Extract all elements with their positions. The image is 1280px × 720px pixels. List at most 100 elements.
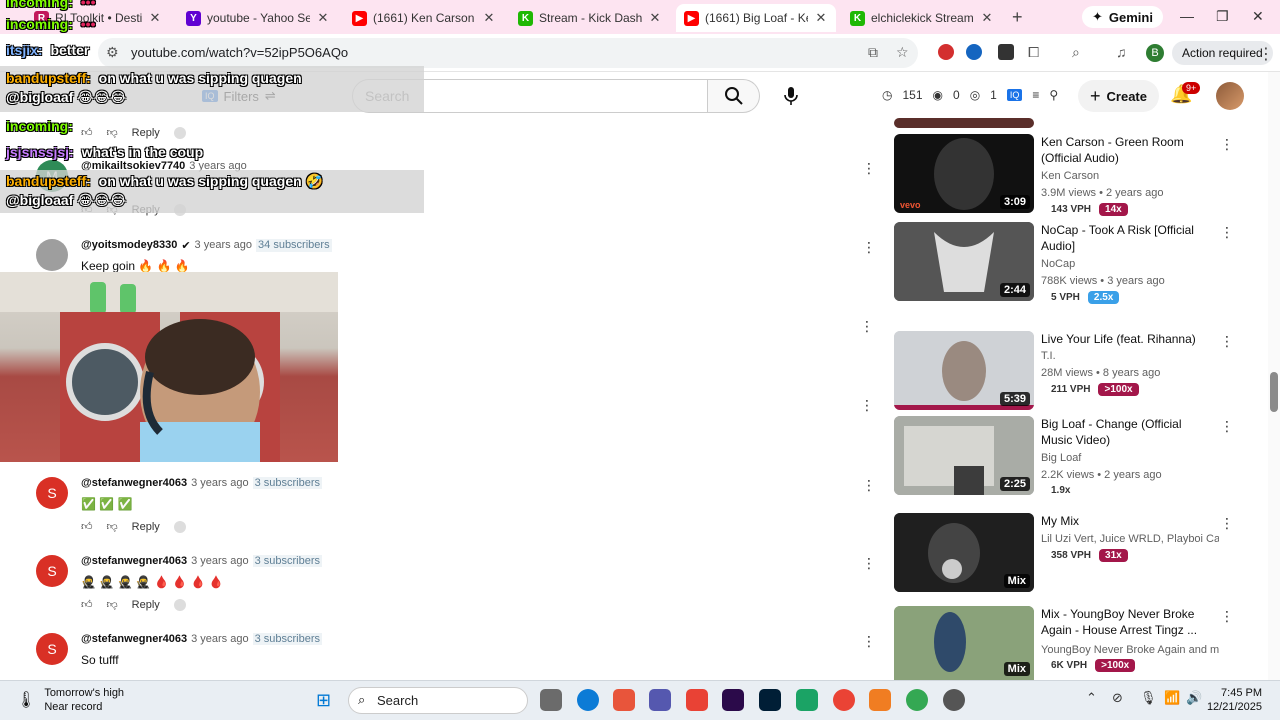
recommendation-item[interactable]: 2:44 NoCap - Took A Risk [Official Audio… bbox=[894, 222, 1254, 304]
tab-ri-toolkit[interactable]: R RI Toolkit • Destinations ✕ bbox=[26, 4, 170, 32]
like-icon[interactable]: 👍︎ bbox=[81, 126, 93, 139]
video-title[interactable]: NoCap - Took A Risk [Official Audio] bbox=[1041, 222, 1216, 254]
create-button[interactable]: + Create bbox=[1078, 80, 1159, 112]
like-icon[interactable]: 👍︎ bbox=[81, 520, 93, 533]
video-menu-icon[interactable]: ⋮ bbox=[1220, 418, 1234, 435]
video-menu-icon[interactable]: ⋮ bbox=[1220, 136, 1234, 153]
video-thumbnail[interactable] bbox=[894, 118, 1034, 128]
avatar[interactable]: M bbox=[36, 160, 68, 192]
video-thumbnail[interactable]: vevo 3:09 bbox=[894, 134, 1034, 213]
task-view-icon[interactable] bbox=[540, 689, 562, 711]
app-icon[interactable] bbox=[869, 689, 891, 711]
profile-avatar[interactable]: B bbox=[1146, 44, 1164, 62]
close-icon[interactable]: ✕ bbox=[316, 10, 330, 26]
avatar[interactable]: S bbox=[36, 555, 68, 587]
close-icon[interactable]: ✕ bbox=[148, 10, 162, 26]
account-avatar[interactable] bbox=[1216, 82, 1244, 110]
premiere-icon[interactable] bbox=[722, 689, 744, 711]
comment-author[interactable]: @stefanwegner4063 bbox=[81, 477, 187, 489]
reply-button[interactable]: Reply bbox=[132, 204, 160, 216]
tray-chevron-icon[interactable]: ⌃ bbox=[1086, 690, 1097, 706]
comment-menu-icon[interactable]: ⋮ bbox=[862, 633, 876, 650]
weather-widget[interactable]: 🌡 Tomorrow's high Near record bbox=[16, 686, 124, 714]
close-icon[interactable]: ✕ bbox=[814, 10, 828, 26]
comment-author[interactable]: @stefanwegner4063 bbox=[81, 555, 187, 567]
avatar[interactable]: S bbox=[36, 477, 68, 509]
recommendation-item[interactable]: 5:39 Live Your Life (feat. Rihanna) T.I.… bbox=[894, 331, 1254, 411]
recommendation-item[interactable]: 2:25 Big Loaf - Change (Official Music V… bbox=[894, 416, 1254, 496]
tab-elchiclekick[interactable]: K elchiclekick Stream - Wa ✕ bbox=[842, 4, 1002, 32]
video-menu-icon[interactable]: ⋮ bbox=[1220, 333, 1234, 350]
extension-icon[interactable] bbox=[966, 44, 982, 60]
tab-search-icon[interactable]: ⌕ bbox=[1072, 44, 1080, 61]
comment-menu-icon[interactable]: ⋮ bbox=[860, 318, 874, 335]
video-title[interactable]: Live Your Life (feat. Rihanna) bbox=[1041, 331, 1216, 347]
recommendation-item[interactable]: Mix My Mix Lil Uzi Vert, Juice WRLD, Pla… bbox=[894, 513, 1254, 593]
teams-icon[interactable] bbox=[649, 689, 671, 711]
recommendation-item[interactable]: vevo 3:09 Ken Carson - Green Room (Offic… bbox=[894, 134, 1254, 216]
dislike-icon[interactable]: 👎︎ bbox=[107, 203, 118, 216]
channel-name[interactable]: T.I. bbox=[1041, 350, 1056, 362]
copilot-icon[interactable] bbox=[613, 689, 635, 711]
avatar[interactable]: S bbox=[36, 633, 68, 665]
video-thumbnail[interactable]: 2:44 bbox=[894, 222, 1034, 301]
taskbar-search[interactable]: Search bbox=[348, 687, 528, 714]
video-thumbnail[interactable]: Mix bbox=[894, 513, 1034, 592]
pin-icon[interactable]: ⚲ bbox=[1049, 88, 1058, 102]
url-text[interactable]: youtube.com/watch?v=52ipP5O6AQo bbox=[131, 45, 348, 60]
like-icon[interactable]: 👍︎ bbox=[81, 598, 93, 611]
voice-search-button[interactable] bbox=[774, 79, 808, 113]
video-title[interactable]: My Mix bbox=[1041, 513, 1216, 529]
video-title[interactable]: Ken Carson - Green Room (Official Audio) bbox=[1041, 134, 1216, 166]
window-close-icon[interactable]: ✕ bbox=[1252, 8, 1264, 25]
comment-menu-icon[interactable]: ⋮ bbox=[862, 239, 876, 256]
site-info-icon[interactable]: ⚙ bbox=[106, 44, 119, 61]
video-title[interactable]: Mix - YoungBoy Never Broke Again - House… bbox=[1041, 606, 1216, 638]
search-input[interactable]: Search bbox=[352, 79, 708, 113]
new-tab-icon[interactable]: + bbox=[1012, 7, 1023, 28]
comment-menu-icon[interactable]: ⋮ bbox=[862, 477, 876, 494]
microphone-tray-icon[interactable]: 🎙 bbox=[1140, 690, 1157, 706]
recommendation-item[interactable]: Mix Mix - YoungBoy Never Broke Again - H… bbox=[894, 606, 1254, 680]
dislike-icon[interactable]: 👎︎ bbox=[107, 126, 118, 139]
comment-menu-icon[interactable]: ⋮ bbox=[860, 397, 874, 414]
reply-button[interactable]: Reply bbox=[132, 599, 160, 611]
reply-button[interactable]: Reply bbox=[132, 521, 160, 533]
channel-name[interactable]: NoCap bbox=[1041, 258, 1075, 270]
maximize-icon[interactable]: ❐ bbox=[1216, 8, 1229, 25]
tab-yahoo-search[interactable]: Y youtube - Yahoo Search ✕ bbox=[178, 4, 338, 32]
dislike-icon[interactable]: 👎︎ bbox=[107, 598, 118, 611]
reply-button[interactable]: Reply bbox=[132, 127, 160, 139]
photoshop-icon[interactable] bbox=[759, 689, 781, 711]
comment-author[interactable]: @stefanwegner4063 bbox=[81, 633, 187, 645]
like-icon[interactable]: 👍︎ bbox=[81, 203, 93, 216]
puzzle-icon[interactable]: ⧠ bbox=[1028, 44, 1039, 61]
video-thumbnail[interactable]: Mix bbox=[894, 606, 1034, 680]
video-title[interactable]: Big Loaf - Change (Official Music Video) bbox=[1041, 416, 1216, 448]
video-menu-icon[interactable]: ⋮ bbox=[1220, 515, 1234, 532]
channel-name[interactable]: Lil Uzi Vert, Juice WRLD, Playboi Carti,… bbox=[1041, 533, 1219, 545]
dislike-icon[interactable]: 👎︎ bbox=[107, 520, 118, 533]
volume-icon[interactable]: 🔊 bbox=[1186, 690, 1202, 706]
tab-ken-carson[interactable]: ▶ (1661) Ken Carson - the ✕ bbox=[344, 4, 504, 32]
video-menu-icon[interactable]: ⋮ bbox=[1220, 608, 1234, 625]
app-icon[interactable] bbox=[943, 689, 965, 711]
windows-start-icon[interactable]: ⊞ bbox=[316, 690, 331, 711]
comment-author[interactable]: @mikailtsokiev7740 bbox=[81, 160, 185, 172]
tab-big-loaf[interactable]: ▶ (1661) Big Loaf - Keep G ✕ bbox=[676, 4, 836, 32]
chrome-profile-icon[interactable] bbox=[906, 689, 928, 711]
comment-author[interactable]: @yoitsmodey8330 bbox=[81, 239, 177, 252]
search-button[interactable] bbox=[708, 79, 760, 113]
video-thumbnail[interactable]: 2:25 bbox=[894, 416, 1034, 495]
comment-menu-icon[interactable]: ⋮ bbox=[862, 555, 876, 572]
close-icon[interactable]: ✕ bbox=[648, 10, 662, 26]
wifi-icon[interactable]: 📶 bbox=[1164, 690, 1180, 706]
app-icon[interactable] bbox=[686, 689, 708, 711]
close-icon[interactable]: ✕ bbox=[980, 10, 994, 26]
channel-name[interactable]: YoungBoy Never Broke Again and more bbox=[1041, 644, 1219, 656]
system-clock[interactable]: 7:45 PM 12/21/2025 bbox=[1206, 686, 1262, 714]
bookmark-star-icon[interactable]: ☆ bbox=[896, 44, 909, 61]
install-icon[interactable]: ⧉ bbox=[868, 44, 878, 61]
avatar[interactable] bbox=[36, 239, 68, 271]
chrome-menu-icon[interactable]: ⋮ bbox=[1258, 44, 1274, 64]
